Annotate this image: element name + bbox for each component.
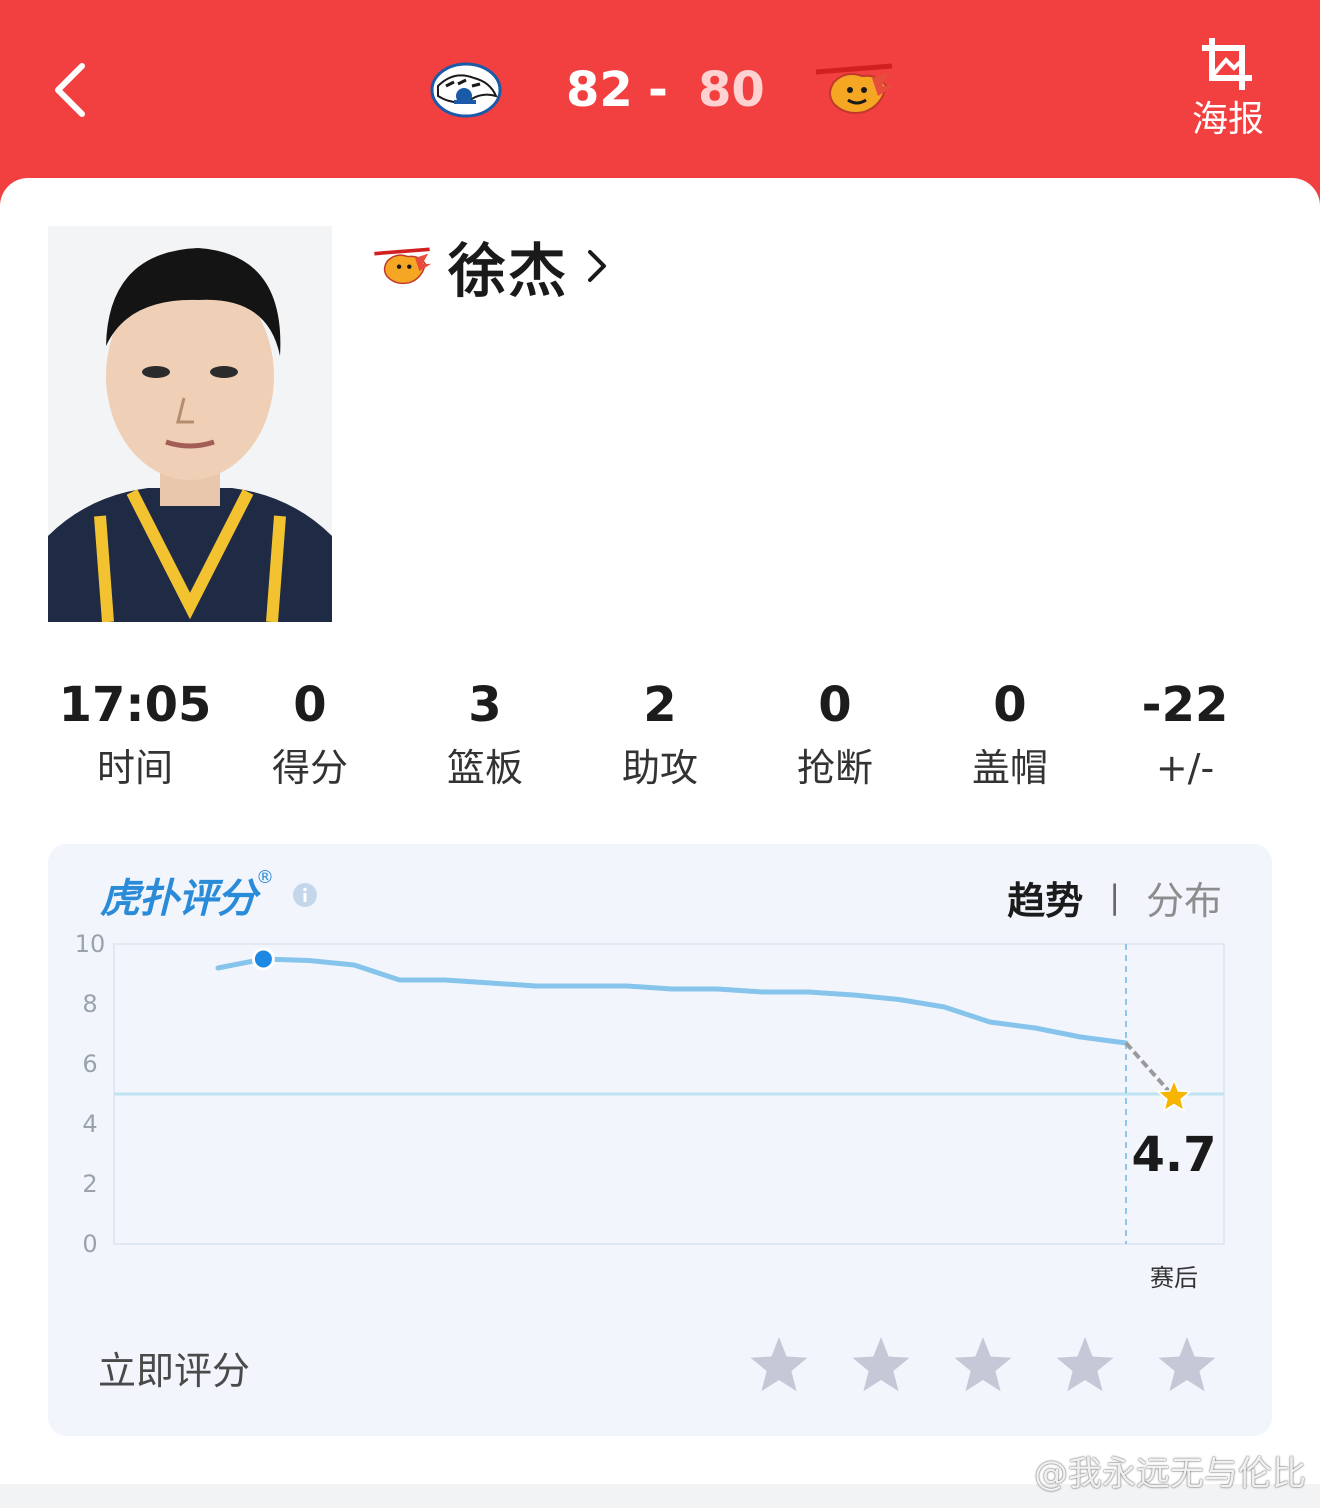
top-header: 82 - 80 海报 — [0, 0, 1320, 200]
rating-panel: 虎扑评分 ® 趋势 | 分布 10 8 6 4 2 0 4.7 赛后 立即评分 — [48, 844, 1272, 1436]
player-photo — [48, 226, 332, 622]
chevron-left-icon — [55, 63, 85, 117]
stat-steals: 0 抢断 — [748, 674, 922, 804]
stat-blocks: 0 盖帽 — [923, 674, 1097, 804]
stat-label: 助攻 — [621, 746, 698, 790]
stat-value: 0 — [293, 677, 327, 733]
stat-value: 2 — [643, 677, 677, 733]
tab-trend[interactable]: 趋势 — [1007, 870, 1083, 925]
stat-label: 盖帽 — [971, 746, 1048, 790]
stat-minutes: 17:05 时间 — [48, 674, 222, 804]
player-name: 徐杰 — [448, 237, 569, 305]
player-header[interactable]: 徐杰 — [370, 230, 612, 305]
chevron-right-icon — [588, 250, 607, 282]
stat-label: +/- — [1155, 746, 1215, 790]
brand-logo-text: 虎扑评分 — [100, 876, 257, 922]
rate-star-icon[interactable] — [748, 1334, 810, 1396]
rating-trend-chart: 10 8 6 4 2 0 4.7 赛后 — [75, 930, 1225, 1292]
rating-brand: 虎扑评分 ® — [100, 866, 318, 922]
tiger-logo-icon — [430, 62, 502, 118]
rate-star-icon[interactable] — [850, 1334, 912, 1396]
score-separator: - — [648, 62, 668, 118]
final-segment-line — [1124, 1041, 1176, 1099]
stat-label: 时间 — [96, 746, 173, 790]
rating-stars — [748, 1334, 1218, 1396]
stats-row: 17:05 时间 0 得分 3 篮板 2 助攻 0 抢断 0 盖帽 -22 +/… — [48, 674, 1272, 804]
rate-star-icon[interactable] — [1054, 1334, 1116, 1396]
stat-value: -22 — [1141, 677, 1229, 733]
stat-value: 3 — [468, 677, 502, 733]
lion-logo-icon — [815, 63, 894, 114]
lion-logo-icon — [374, 247, 432, 285]
stat-value: 0 — [993, 677, 1027, 733]
crop-image-icon — [1202, 38, 1252, 90]
poster-label: 海报 — [1191, 99, 1264, 140]
stat-assists: 2 助攻 — [573, 674, 747, 804]
y-tick-label: 8 — [82, 990, 97, 1018]
tab-distribution[interactable]: 分布 — [1146, 870, 1222, 925]
back-button[interactable] — [48, 56, 108, 124]
rate-star-icon[interactable] — [1156, 1334, 1218, 1396]
rating-series-line — [215, 956, 1129, 1046]
stat-points: 0 得分 — [223, 674, 397, 804]
player-card: 徐杰 17:05 时间 0 得分 3 篮板 2 助攻 0 抢断 0 盖帽 -22… — [0, 178, 1320, 1508]
y-tick-label: 4 — [82, 1110, 97, 1138]
away-team-logo — [812, 56, 896, 122]
rate-now-label: 立即评分 — [98, 1349, 251, 1393]
stat-rebounds: 3 篮板 — [398, 674, 572, 804]
rate-star-icon[interactable] — [952, 1334, 1014, 1396]
tab-separator: | — [1109, 878, 1120, 916]
y-tick-label: 2 — [82, 1170, 97, 1198]
watermark: @我永远无与伦比 — [1034, 1454, 1306, 1494]
registered-mark: ® — [256, 866, 274, 888]
y-tick-label: 6 — [82, 1050, 97, 1078]
home-score: 82 — [566, 62, 633, 118]
chart-tabs: 趋势 | 分布 — [1007, 870, 1222, 925]
stat-plus-minus: -22 +/- — [1098, 674, 1272, 804]
home-team-logo — [424, 56, 508, 122]
final-x-label: 赛后 — [1150, 1264, 1198, 1292]
final-rating-value: 4.7 — [1131, 1127, 1216, 1183]
y-tick-label: 10 — [75, 930, 106, 958]
away-score: 80 — [698, 62, 765, 118]
stat-value: 0 — [818, 677, 852, 733]
info-icon[interactable] — [292, 882, 318, 908]
stat-label: 篮板 — [446, 746, 523, 790]
y-tick-label: 0 — [82, 1230, 97, 1258]
player-portrait-icon — [48, 226, 332, 622]
stat-value: 17:05 — [58, 677, 212, 733]
stat-label: 得分 — [271, 746, 348, 790]
stat-label: 抢断 — [796, 746, 873, 790]
highlight-point — [251, 947, 275, 971]
poster-button[interactable]: 海报 — [1180, 36, 1276, 148]
